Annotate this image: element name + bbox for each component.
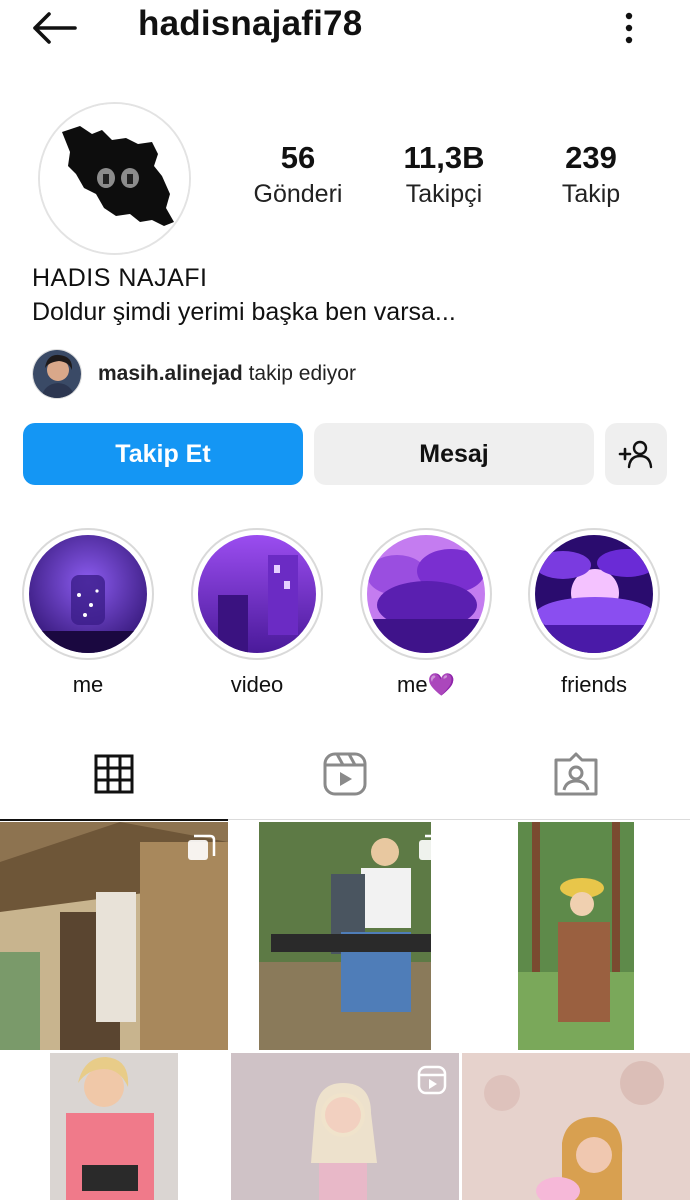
stat-followers-value: 11,3B bbox=[403, 140, 485, 175]
highlight-ring bbox=[360, 528, 492, 660]
profile-avatar[interactable] bbox=[38, 102, 191, 255]
tab-posts-grid[interactable] bbox=[0, 728, 228, 821]
more-vertical-icon bbox=[625, 12, 633, 44]
stat-followers[interactable]: 11,3B Takipçi bbox=[386, 140, 502, 212]
post-thumbnail[interactable] bbox=[0, 1053, 228, 1200]
highlight-video[interactable]: video bbox=[191, 528, 323, 698]
reel-icon bbox=[417, 1065, 447, 1095]
post-thumbnail[interactable] bbox=[231, 1053, 459, 1200]
reel-icon bbox=[186, 1065, 216, 1095]
stat-posts-value: 56 bbox=[280, 140, 316, 175]
tab-tagged[interactable] bbox=[462, 728, 690, 820]
add-person-icon bbox=[618, 440, 653, 469]
reels-icon bbox=[323, 752, 367, 796]
highlight-cover bbox=[367, 535, 485, 653]
mutual-follower[interactable]: masih.alinejad takip ediyor bbox=[32, 348, 356, 400]
highlight-label: me💜 bbox=[397, 672, 455, 697]
highlight-ring bbox=[528, 528, 660, 660]
arrow-left-icon bbox=[33, 12, 77, 44]
highlight-label: me bbox=[72, 672, 104, 697]
highlight-ring bbox=[191, 528, 323, 660]
highlight-me[interactable]: me bbox=[22, 528, 154, 698]
profile-display-name: HADIS NAJAFI bbox=[32, 264, 208, 292]
highlight-label: friends bbox=[560, 672, 628, 697]
posts-grid bbox=[0, 822, 690, 1200]
mutual-follower-username: masih.alinejad bbox=[98, 362, 243, 385]
mutual-follower-text: masih.alinejad takip ediyor bbox=[98, 362, 356, 386]
more-options-button[interactable] bbox=[612, 8, 646, 48]
tagged-icon bbox=[554, 752, 598, 796]
post-thumbnail[interactable] bbox=[231, 822, 459, 1050]
profile-tabs bbox=[0, 728, 690, 821]
stat-posts[interactable]: 56 Gönderi bbox=[240, 140, 356, 212]
follow-button[interactable]: Takip Et bbox=[23, 423, 303, 485]
highlight-label: video bbox=[230, 672, 284, 697]
profile-stats: 56 Gönderi 11,3B Takipçi 239 Takip bbox=[240, 140, 670, 220]
tab-reels[interactable] bbox=[231, 728, 459, 820]
highlight-me-heart[interactable]: me💜 bbox=[360, 528, 492, 698]
highlight-friends[interactable]: friends bbox=[528, 528, 660, 698]
stat-followers-label: Takipçi bbox=[405, 180, 483, 208]
grid-icon bbox=[94, 754, 134, 794]
stat-following[interactable]: 239 Takip bbox=[536, 140, 646, 212]
profile-bio: Doldur şimdi yerimi başka ben varsa... bbox=[32, 298, 456, 326]
profile-username: hadisnajafi78 bbox=[138, 4, 363, 43]
highlight-cover bbox=[29, 535, 147, 653]
carousel-icon bbox=[419, 834, 447, 860]
post-thumbnail[interactable] bbox=[462, 822, 690, 1050]
stat-following-label: Takip bbox=[561, 180, 621, 208]
highlight-cover bbox=[535, 535, 653, 653]
top-bar: hadisnajafi78 bbox=[0, 0, 690, 56]
stat-following-value: 239 bbox=[565, 140, 617, 175]
stat-posts-label: Gönderi bbox=[253, 180, 343, 208]
suggested-accounts-button[interactable] bbox=[605, 423, 667, 485]
mutual-follower-suffix: takip ediyor bbox=[248, 362, 356, 385]
post-thumbnail[interactable] bbox=[462, 1053, 690, 1200]
back-button[interactable] bbox=[28, 8, 80, 48]
highlight-cover bbox=[198, 535, 316, 653]
highlight-ring bbox=[22, 528, 154, 660]
mutual-follower-avatar bbox=[32, 349, 82, 399]
message-button[interactable]: Mesaj bbox=[314, 423, 594, 485]
post-thumbnail[interactable] bbox=[0, 822, 228, 1050]
carousel-icon bbox=[188, 834, 216, 860]
iran-map-avatar-image bbox=[40, 104, 189, 253]
